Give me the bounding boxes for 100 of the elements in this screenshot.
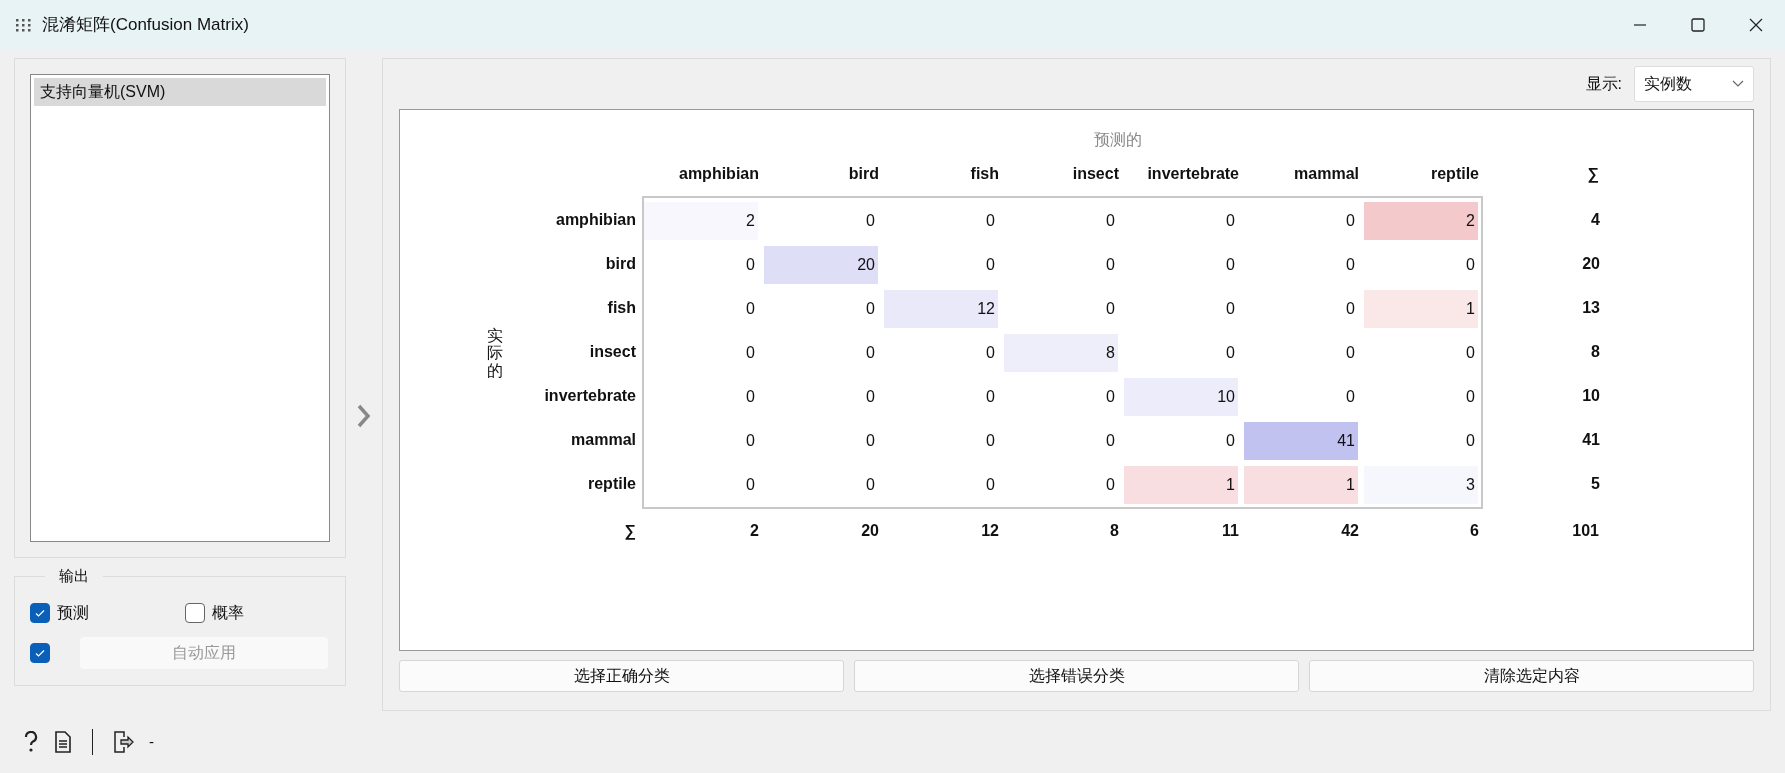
learner-item[interactable]: 支持向量机(SVM) xyxy=(34,78,326,106)
column-header: bird xyxy=(848,164,879,184)
matrix-cell[interactable]: 0 xyxy=(1124,422,1238,460)
matrix-cell[interactable]: 1 xyxy=(1244,466,1358,504)
matrix-cell[interactable]: 0 xyxy=(1244,290,1358,328)
matrix-cell[interactable]: 10 xyxy=(1124,378,1238,416)
matrix-cell[interactable]: 0 xyxy=(1124,246,1238,284)
actual-axis-label: 实际的 xyxy=(487,326,503,380)
action-button[interactable]: 选择正确分类 xyxy=(399,660,844,692)
row-header: fish xyxy=(607,298,636,318)
matrix-cell[interactable]: 12 xyxy=(884,290,998,328)
status-text: - xyxy=(149,731,154,752)
column-header: fish xyxy=(970,164,999,184)
matrix-cell[interactable]: 0 xyxy=(764,290,878,328)
matrix-cell[interactable]: 0 xyxy=(1364,422,1478,460)
matrix-cell[interactable]: 41 xyxy=(1244,422,1358,460)
column-header: mammal xyxy=(1294,164,1359,184)
matrix-cell[interactable]: 0 xyxy=(884,422,998,460)
matrix-cell[interactable]: 0 xyxy=(644,290,758,328)
maximize-icon xyxy=(1691,18,1705,32)
action-button[interactable]: 选择错误分类 xyxy=(854,660,1299,692)
matrix-cell[interactable]: 0 xyxy=(764,202,878,240)
display-dropdown[interactable]: 实例数 xyxy=(1634,66,1754,102)
matrix-cell[interactable]: 0 xyxy=(644,378,758,416)
column-header: insect xyxy=(1072,164,1119,184)
row-header: reptile xyxy=(588,474,636,494)
row-header: insect xyxy=(589,342,636,362)
matrix-cell[interactable]: 0 xyxy=(764,378,878,416)
matrix-cell[interactable]: 0 xyxy=(884,246,998,284)
row-total: 20 xyxy=(1582,254,1600,274)
matrix-cell[interactable]: 0 xyxy=(644,334,758,372)
matrix-cell[interactable]: 0 xyxy=(1244,202,1358,240)
matrix-cell[interactable]: 0 xyxy=(1244,378,1358,416)
matrix-cell[interactable]: 0 xyxy=(884,334,998,372)
grand-total: 101 xyxy=(1572,521,1599,541)
column-header: amphibian xyxy=(679,164,759,184)
matrix-cell[interactable]: 1 xyxy=(1124,466,1238,504)
column-header: reptile xyxy=(1431,164,1479,184)
matrix-cell[interactable]: 2 xyxy=(1364,202,1478,240)
matrix-cell[interactable]: 0 xyxy=(884,378,998,416)
matrix-cell[interactable]: 0 xyxy=(644,422,758,460)
column-total: 11 xyxy=(1222,521,1239,541)
row-total: 10 xyxy=(1582,386,1600,406)
action-button[interactable]: 清除选定内容 xyxy=(1309,660,1754,692)
document-icon[interactable] xyxy=(54,731,72,753)
sum-footer: ∑ xyxy=(624,519,636,543)
matrix-cell[interactable]: 0 xyxy=(1004,422,1118,460)
column-total: 12 xyxy=(981,521,999,541)
matrix-cell[interactable]: 20 xyxy=(764,246,878,284)
checkmark-icon xyxy=(34,607,46,619)
close-icon xyxy=(1749,18,1763,32)
row-header: bird xyxy=(605,254,636,274)
matrix-cell[interactable]: 0 xyxy=(884,202,998,240)
help-icon[interactable] xyxy=(22,731,40,753)
matrix-cell[interactable]: 0 xyxy=(1004,290,1118,328)
sum-header: ∑ xyxy=(1587,164,1599,185)
row-total: 41 xyxy=(1582,430,1600,450)
matrix-cell[interactable]: 0 xyxy=(1004,378,1118,416)
row-header: mammal xyxy=(571,430,636,450)
matrix-cell[interactable]: 0 xyxy=(764,466,878,504)
column-total: 8 xyxy=(1110,521,1119,541)
matrix-cell[interactable]: 0 xyxy=(1124,202,1238,240)
window-title: 混淆矩阵(Confusion Matrix) xyxy=(42,14,249,37)
matrix-cell[interactable]: 0 xyxy=(1244,334,1358,372)
matrix-cell[interactable]: 0 xyxy=(1004,466,1118,504)
column-total: 6 xyxy=(1470,521,1479,541)
matrix-cell[interactable]: 8 xyxy=(1004,334,1118,372)
option-label: 预测 xyxy=(57,603,89,623)
row-total: 8 xyxy=(1591,342,1600,362)
row-total: 4 xyxy=(1591,210,1600,230)
chevron-down-icon xyxy=(1732,80,1744,88)
matrix-cell[interactable]: 0 xyxy=(764,422,878,460)
checkmark-icon xyxy=(34,647,46,659)
matrix-cell[interactable]: 0 xyxy=(1124,290,1238,328)
matrix-cell[interactable]: 0 xyxy=(1244,246,1358,284)
matrix-cell[interactable]: 0 xyxy=(1364,378,1478,416)
matrix-cell[interactable]: 0 xyxy=(1364,334,1478,372)
matrix-cell[interactable]: 0 xyxy=(644,246,758,284)
matrix-cell[interactable]: 0 xyxy=(884,466,998,504)
checkbox[interactable] xyxy=(30,603,50,623)
matrix-cell[interactable]: 0 xyxy=(1004,246,1118,284)
column-total: 2 xyxy=(750,521,759,541)
matrix-cell[interactable]: 2 xyxy=(644,202,758,240)
row-header: invertebrate xyxy=(544,386,636,406)
matrix-cell[interactable]: 0 xyxy=(1004,202,1118,240)
matrix-cell[interactable]: 0 xyxy=(764,334,878,372)
display-label: 显示: xyxy=(1585,74,1622,94)
row-total: 13 xyxy=(1582,298,1600,318)
chevron-right-icon[interactable] xyxy=(357,403,371,428)
matrix-cell[interactable]: 1 xyxy=(1364,290,1478,328)
matrix-cell[interactable]: 0 xyxy=(1124,334,1238,372)
column-total: 42 xyxy=(1341,521,1359,541)
matrix-cell[interactable]: 0 xyxy=(644,466,758,504)
column-header: invertebrate xyxy=(1147,164,1239,184)
checkbox[interactable] xyxy=(185,603,205,623)
row-total: 5 xyxy=(1591,474,1600,494)
predicted-axis-label: 预测的 xyxy=(1094,130,1142,150)
export-icon[interactable] xyxy=(113,731,135,753)
matrix-cell[interactable]: 3 xyxy=(1364,466,1478,504)
matrix-cell[interactable]: 0 xyxy=(1364,246,1478,284)
